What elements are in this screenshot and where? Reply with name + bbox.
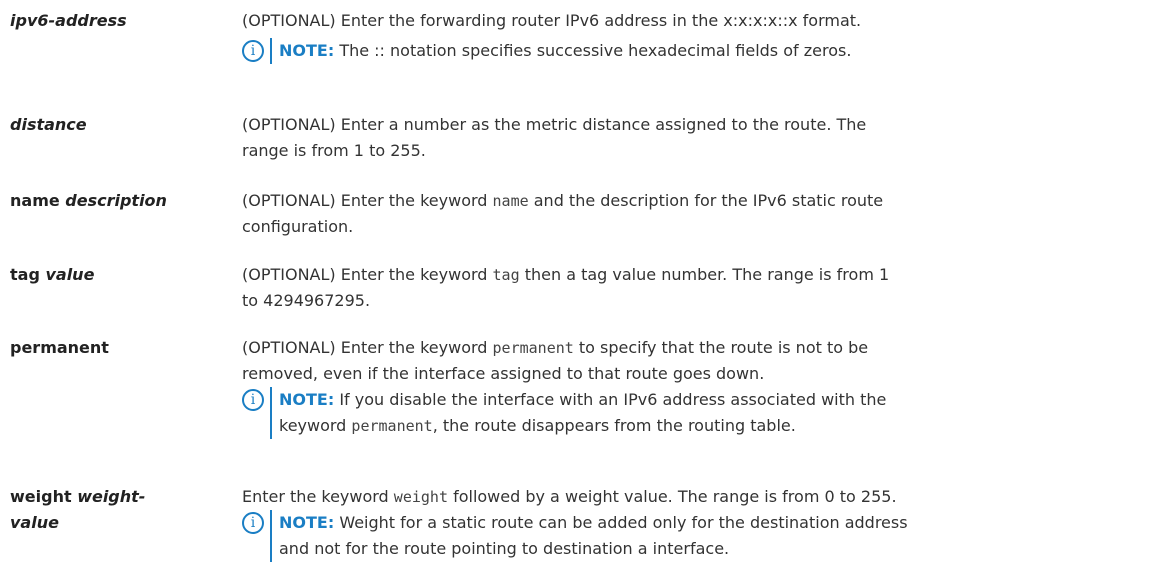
description-text: (OPTIONAL) Enter the keyword <box>242 191 493 210</box>
description-line: removed, even if the interface assigned … <box>242 364 765 383</box>
param-description: (OPTIONAL) Enter a number as the metric … <box>242 112 1142 164</box>
note-body: , the route disappears from the routing … <box>432 416 796 435</box>
description-text: (OPTIONAL) Enter the keyword <box>242 265 493 284</box>
param-description: (OPTIONAL) Enter the keyword name and th… <box>242 188 1142 240</box>
keyword-code: name <box>492 192 529 210</box>
info-icon: i <box>242 40 264 62</box>
param-name-plain: tag <box>10 265 46 284</box>
note-body: If you disable the interface with an IPv… <box>334 390 887 409</box>
param-description: Enter the keyword weight followed by a w… <box>242 484 1142 562</box>
note-block: i NOTE: The :: notation specifies succes… <box>242 38 1142 64</box>
note-block: i NOTE: If you disable the interface wit… <box>242 387 1142 439</box>
description-line: (OPTIONAL) Enter the keyword tag then a … <box>242 262 1142 288</box>
param-name: tag value <box>10 262 210 288</box>
info-icon: i <box>242 389 264 411</box>
note-line: NOTE: Weight for a static route can be a… <box>279 510 1142 536</box>
param-name-italic: distance <box>10 115 87 134</box>
param-name-italic: ipv6-address <box>10 11 127 30</box>
param-name-italic: value <box>45 265 95 284</box>
param-name: ipv6-address <box>10 8 210 34</box>
note-line: NOTE: If you disable the interface with … <box>279 387 1142 413</box>
description-text: followed by a weight value. The range is… <box>447 487 897 506</box>
note-text: NOTE: The :: notation specifies successi… <box>279 38 1142 64</box>
param-name: name description <box>10 188 210 214</box>
note-divider <box>270 38 272 64</box>
description-line: (OPTIONAL) Enter a number as the metric … <box>242 115 867 134</box>
description-text: to specify that the route is not to be <box>573 338 869 357</box>
keyword-code: permanent <box>351 417 433 435</box>
param-name-italic: weight- <box>77 487 146 506</box>
description-text: and the description for the IPv6 static … <box>528 191 884 210</box>
description-text: then a tag value number. The range is fr… <box>519 265 890 284</box>
description-line: (OPTIONAL) Enter the keyword name and th… <box>242 188 1142 214</box>
description-line: (OPTIONAL) Enter the forwarding router I… <box>242 11 862 30</box>
note-label: NOTE: <box>279 390 335 409</box>
note-line: and not for the route pointing to destin… <box>279 539 730 558</box>
note-text: NOTE: If you disable the interface with … <box>279 387 1142 439</box>
info-icon: i <box>242 512 264 534</box>
param-name: permanent <box>10 335 210 361</box>
keyword-code: weight <box>393 488 448 506</box>
param-name-plain: weight <box>10 487 78 506</box>
description-text: Enter the keyword <box>242 487 394 506</box>
note-body: The :: notation specifies successive hex… <box>334 41 852 60</box>
note-block: i NOTE: Weight for a static route can be… <box>242 510 1142 562</box>
keyword-code: tag <box>492 266 520 284</box>
description-line: Enter the keyword weight followed by a w… <box>242 484 1142 510</box>
description-line: range is from 1 to 255. <box>242 141 426 160</box>
note-divider <box>270 510 272 562</box>
param-description: (OPTIONAL) Enter the forwarding router I… <box>242 8 1142 64</box>
note-label: NOTE: <box>279 513 335 532</box>
param-name: weight weight- value <box>10 484 210 536</box>
param-name: distance <box>10 112 210 138</box>
description-line: (OPTIONAL) Enter the keyword permanent t… <box>242 335 1142 361</box>
keyword-code: permanent <box>492 339 574 357</box>
param-name-plain: permanent <box>10 338 109 357</box>
note-text: NOTE: Weight for a static route can be a… <box>279 510 1142 562</box>
param-name-italic: description <box>65 191 167 210</box>
description-text: (OPTIONAL) Enter the keyword <box>242 338 493 357</box>
param-description: (OPTIONAL) Enter the keyword tag then a … <box>242 262 1142 314</box>
param-description: (OPTIONAL) Enter the keyword permanent t… <box>242 335 1142 439</box>
param-name-italic: value <box>10 513 59 532</box>
description-line: configuration. <box>242 217 354 236</box>
note-divider <box>270 387 272 439</box>
note-label: NOTE: <box>279 41 335 60</box>
param-name-plain: name <box>10 191 66 210</box>
note-line: keyword permanent, the route disappears … <box>279 413 1142 439</box>
note-body: keyword <box>279 416 352 435</box>
note-body: Weight for a static route can be added o… <box>334 513 908 532</box>
description-line: to 4294967295. <box>242 291 371 310</box>
